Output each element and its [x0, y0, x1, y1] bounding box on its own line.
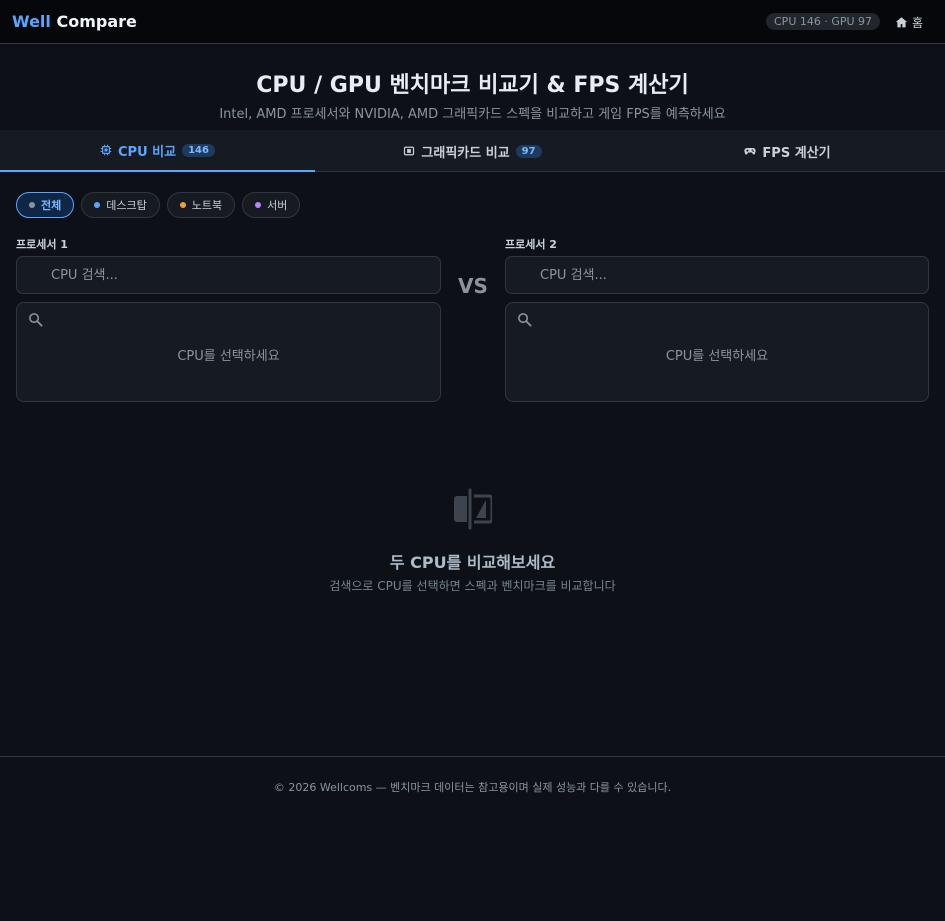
page-subtitle: Intel, AMD 프로세서와 NVIDIA, AMD 그래픽카드 스펙을 비… — [219, 107, 726, 122]
filter-label: 서버 — [267, 199, 288, 212]
filter-label: 노트북 — [191, 199, 223, 212]
filter-server[interactable]: 서버 — [242, 192, 301, 218]
home-label: 홈 — [912, 15, 924, 30]
processor-1-result-panel: CPU를 선택하세요 — [16, 302, 441, 402]
cpu-icon — [100, 144, 112, 156]
processor-1-empty-text: CPU를 선택하세요 — [177, 349, 280, 364]
filter-dot — [179, 202, 186, 208]
category-filter-group: 전체 데스크탑 노트북 서버 — [16, 192, 301, 218]
gpu-icon — [404, 146, 415, 156]
filter-dot — [29, 202, 35, 208]
tab-fps-calculator[interactable]: FPS 계산기 — [630, 130, 945, 172]
processor-1-search — [16, 256, 441, 294]
page-title: CPU / GPU 벤치마크 비교기 & FPS 계산기 — [256, 73, 689, 98]
filter-desktop[interactable]: 데스크탑 — [81, 192, 160, 218]
search-icon — [29, 313, 43, 327]
tab-cpu-compare[interactable]: CPU 비교 146 — [0, 130, 315, 172]
filter-laptop[interactable]: 노트북 — [166, 192, 236, 218]
search-icon — [518, 313, 532, 327]
home-link[interactable]: 홈 — [895, 13, 923, 31]
tab-bar: CPU 비교 146 그래픽카드 비교 97 FPS 계산기 — [0, 130, 945, 172]
processor-2-search — [505, 256, 929, 294]
logo-part-2: Compare — [56, 12, 137, 31]
tab-count-badge: 146 — [182, 143, 215, 157]
processor-1-label: 프로세서 1 — [16, 238, 68, 251]
empty-state-title: 두 CPU를 비교해보세요 — [389, 553, 556, 572]
tab-count-badge: 97 — [515, 144, 542, 158]
tab-label: 그래픽카드 비교 — [421, 145, 510, 161]
empty-state-subtitle: 검색으로 CPU를 선택하면 스펙과 벤치마크를 비교합니다 — [329, 579, 616, 593]
processor-2-result-panel: CPU를 선택하세요 — [505, 302, 929, 402]
footer-text: © 2026 Wellcoms — 벤치마크 데이터는 참고용이며 실제 성능과… — [273, 781, 672, 794]
compare-icon — [454, 488, 492, 530]
vs-label: VS — [458, 274, 488, 298]
top-bar: Well Compare CPU 146 · GPU 97 홈 — [0, 0, 945, 44]
tab-label: FPS 계산기 — [762, 145, 831, 161]
processor-2-empty-text: CPU를 선택하세요 — [665, 349, 769, 364]
processor-1-search-input[interactable] — [17, 257, 440, 293]
logo-part-1: Well — [12, 12, 51, 31]
tab-label: CPU 비교 — [118, 144, 177, 160]
filter-label: 전체 — [41, 199, 62, 212]
filter-dot — [255, 202, 262, 208]
home-icon — [895, 16, 908, 27]
stats-badge: CPU 146 · GPU 97 — [766, 13, 881, 30]
logo[interactable]: Well Compare — [12, 12, 137, 31]
processor-2-search-input[interactable] — [506, 257, 928, 293]
filter-all[interactable]: 전체 — [16, 192, 75, 218]
processor-2-label: 프로세서 2 — [505, 238, 557, 251]
filter-dot — [94, 202, 101, 208]
gamepad-icon — [744, 148, 757, 155]
filter-label: 데스크탑 — [106, 199, 147, 212]
footer: © 2026 Wellcoms — 벤치마크 데이터는 참고용이며 실제 성능과… — [0, 756, 945, 921]
tab-gpu-compare[interactable]: 그래픽카드 비교 97 — [315, 130, 630, 172]
